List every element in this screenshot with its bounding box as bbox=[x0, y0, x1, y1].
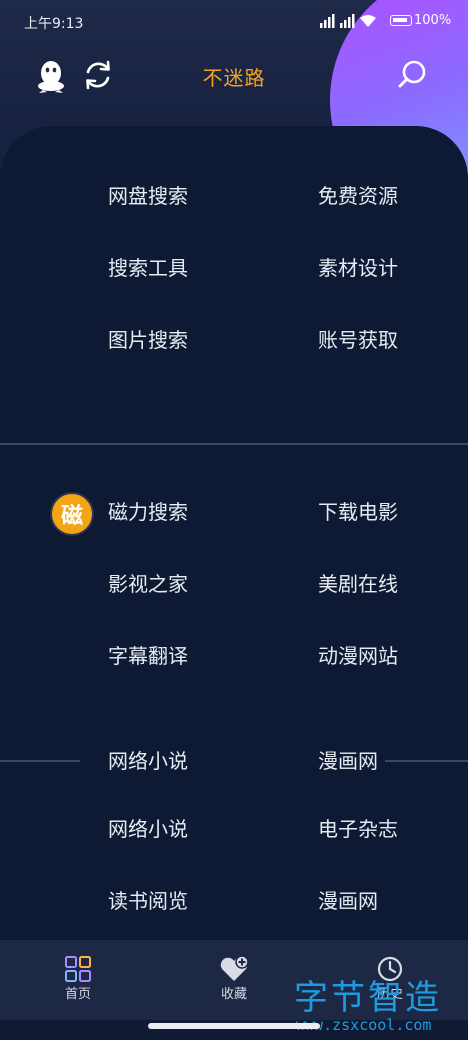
grid-icon bbox=[65, 956, 91, 982]
tab-label: 首页 bbox=[64, 987, 91, 1002]
link-item[interactable]: 免费资源 bbox=[318, 181, 398, 211]
app-screen: 上午9:13 100% 不迷路 网盘搜索 免费资源 搜索工具 素材设计 图片搜索… bbox=[0, 0, 468, 1040]
tab-home[interactable]: 首页 bbox=[18, 940, 138, 1020]
tab-label: 收藏 bbox=[220, 987, 247, 1002]
status-time: 上午9:13 bbox=[24, 16, 84, 32]
heart-plus-icon bbox=[220, 955, 249, 981]
link-item[interactable]: 下载电影 bbox=[318, 497, 398, 527]
link-item[interactable]: 字幕翻译 bbox=[108, 641, 188, 671]
link-item[interactable]: 电子杂志 bbox=[318, 814, 398, 844]
link-item[interactable]: 动漫网站 bbox=[318, 641, 398, 671]
home-indicator[interactable] bbox=[148, 1023, 320, 1029]
battery-icon bbox=[390, 15, 412, 26]
link-item[interactable]: 影视之家 bbox=[108, 569, 188, 599]
link-item[interactable]: 搜索工具 bbox=[108, 253, 188, 283]
battery-percent: 100% bbox=[414, 13, 452, 28]
link-item[interactable]: 漫画网 bbox=[318, 886, 378, 916]
search-icon[interactable] bbox=[395, 58, 429, 92]
section-header-line bbox=[0, 760, 80, 762]
link-item[interactable]: 读书阅览 bbox=[108, 886, 188, 916]
watermark-title: 字节智造 bbox=[294, 978, 442, 1018]
link-item[interactable]: 网盘搜索 bbox=[108, 181, 188, 211]
tab-favorites[interactable]: 收藏 bbox=[174, 940, 294, 1020]
section-header-right: 漫画网 bbox=[318, 749, 378, 773]
app-header: 不迷路 bbox=[0, 50, 468, 106]
status-bar: 上午9:13 100% bbox=[0, 0, 468, 44]
magnet-badge-icon: 磁 bbox=[50, 492, 94, 536]
link-item[interactable]: 磁力搜索 bbox=[108, 497, 188, 527]
link-item[interactable]: 网络小说 bbox=[108, 814, 188, 844]
link-item[interactable]: 美剧在线 bbox=[318, 569, 398, 599]
link-item[interactable]: 素材设计 bbox=[318, 253, 398, 283]
section-header-line bbox=[385, 760, 468, 762]
signal-icon bbox=[320, 14, 380, 28]
section-divider bbox=[0, 443, 468, 445]
link-item[interactable]: 账号获取 bbox=[318, 325, 398, 355]
link-item[interactable]: 图片搜索 bbox=[108, 325, 188, 355]
category-panel: 网盘搜索 免费资源 搜索工具 素材设计 图片搜索 账号获取 磁 磁力搜索 下载电… bbox=[0, 126, 468, 956]
section-header-left: 网络小说 bbox=[108, 749, 188, 773]
watermark: 字节智造 www.zsxcool.com bbox=[294, 970, 464, 1040]
